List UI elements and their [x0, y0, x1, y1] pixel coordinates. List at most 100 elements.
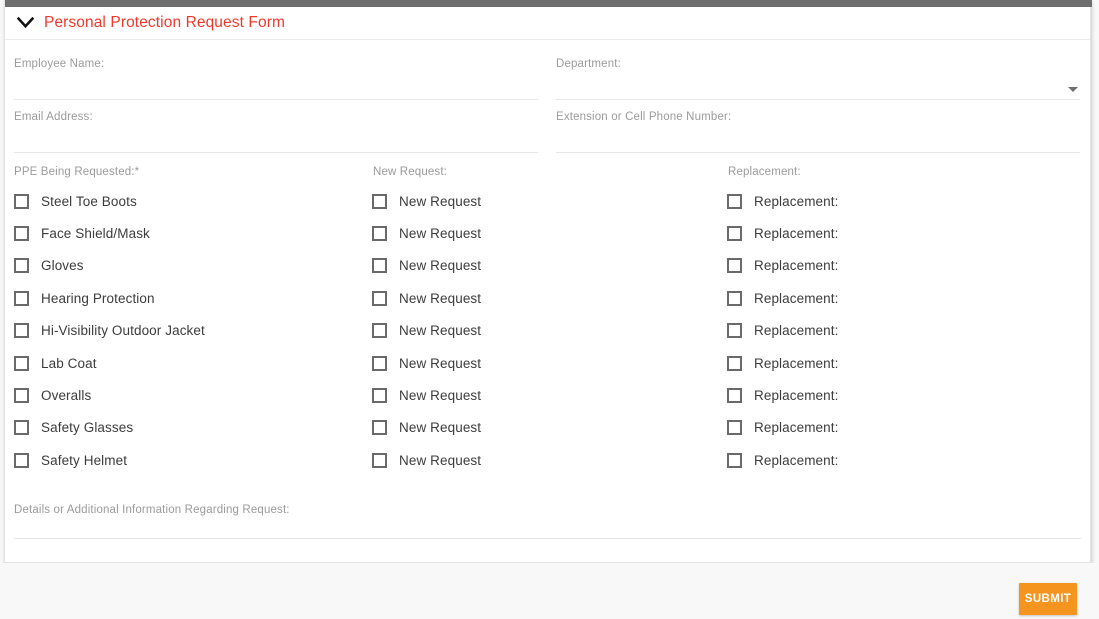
- checkbox-icon[interactable]: [727, 323, 742, 338]
- checkbox-icon[interactable]: [14, 291, 29, 306]
- details-input[interactable]: [14, 516, 1081, 538]
- checkbox-icon[interactable]: [727, 388, 742, 403]
- details-wrap: Details or Additional Information Regard…: [5, 494, 1090, 539]
- new-request-item-label: New Request: [399, 323, 481, 338]
- list-item[interactable]: New Request: [372, 217, 727, 249]
- email-address-field: Email Address:: [14, 100, 538, 153]
- checkbox-icon[interactable]: [727, 258, 742, 273]
- new-request-item-label: New Request: [399, 258, 481, 273]
- ppe-item-label: Gloves: [41, 258, 84, 273]
- checkbox-icon[interactable]: [14, 194, 29, 209]
- checkbox-icon[interactable]: [14, 258, 29, 273]
- list-item[interactable]: New Request: [372, 282, 727, 314]
- checkbox-icon[interactable]: [727, 226, 742, 241]
- list-item[interactable]: Replacement:: [727, 412, 1081, 444]
- submit-button[interactable]: SUBMIT: [1019, 583, 1077, 615]
- new-request-item-label: New Request: [399, 226, 481, 241]
- extension-phone-label: Extension or Cell Phone Number:: [556, 111, 1080, 123]
- list-item[interactable]: New Request: [372, 444, 727, 476]
- field-col-left-2: Email Address:: [5, 100, 547, 153]
- replacement-item-label: Replacement:: [754, 291, 839, 306]
- replacement-item-label: Replacement:: [754, 258, 839, 273]
- checkbox-icon[interactable]: [372, 453, 387, 468]
- department-field: Department:: [556, 47, 1080, 100]
- checkbox-icon[interactable]: [14, 226, 29, 241]
- list-item[interactable]: Replacement:: [727, 282, 1081, 314]
- ppe-item-label: Safety Glasses: [41, 420, 133, 435]
- field-col-left: Employee Name:: [5, 47, 547, 100]
- field-row-1: Employee Name: Department:: [5, 41, 1090, 100]
- ppe-column: PPE Being Requested:* Steel Toe Boots Fa…: [14, 166, 372, 477]
- list-item[interactable]: Safety Helmet: [14, 444, 372, 476]
- checkbox-icon[interactable]: [372, 420, 387, 435]
- checkbox-icon[interactable]: [372, 226, 387, 241]
- list-item[interactable]: New Request: [372, 250, 727, 282]
- list-item[interactable]: Hi-Visibility Outdoor Jacket: [14, 315, 372, 347]
- checkbox-icon[interactable]: [727, 194, 742, 209]
- list-item[interactable]: Overalls: [14, 379, 372, 411]
- checkbox-icon[interactable]: [14, 453, 29, 468]
- extension-phone-input[interactable]: [556, 124, 1080, 150]
- checkbox-icon[interactable]: [372, 291, 387, 306]
- page-title: Personal Protection Request Form: [44, 14, 285, 32]
- new-request-item-label: New Request: [399, 420, 481, 435]
- list-item[interactable]: New Request: [372, 315, 727, 347]
- list-item[interactable]: Replacement:: [727, 444, 1081, 476]
- list-item[interactable]: New Request: [372, 185, 727, 217]
- list-item[interactable]: Replacement:: [727, 217, 1081, 249]
- list-item[interactable]: Replacement:: [727, 250, 1081, 282]
- details-label: Details or Additional Information Regard…: [14, 504, 1081, 516]
- list-item[interactable]: Hearing Protection: [14, 282, 372, 314]
- list-item[interactable]: Replacement:: [727, 185, 1081, 217]
- replacement-group-label: Replacement:: [727, 166, 1081, 178]
- form-header: Personal Protection Request Form: [5, 7, 1090, 40]
- checkbox-icon[interactable]: [727, 291, 742, 306]
- list-item[interactable]: Safety Glasses: [14, 412, 372, 444]
- checkbox-icon[interactable]: [14, 356, 29, 371]
- employee-name-input[interactable]: [14, 71, 538, 97]
- form-body: Employee Name: Department: Email Ad: [5, 41, 1090, 562]
- employee-name-field: Employee Name:: [14, 47, 538, 100]
- replacement-item-label: Replacement:: [754, 356, 839, 371]
- checkbox-icon[interactable]: [372, 258, 387, 273]
- checkbox-icon[interactable]: [727, 420, 742, 435]
- list-item[interactable]: Lab Coat: [14, 347, 372, 379]
- email-address-input[interactable]: [14, 124, 538, 150]
- employee-name-label: Employee Name:: [14, 58, 538, 70]
- ppe-item-label: Safety Helmet: [41, 453, 127, 468]
- new-request-group-label: New Request:: [372, 166, 727, 178]
- list-item[interactable]: Steel Toe Boots: [14, 185, 372, 217]
- checkbox-icon[interactable]: [372, 194, 387, 209]
- new-request-item-label: New Request: [399, 388, 481, 403]
- new-request-checkbox-list: New Request New Request New Request: [372, 185, 727, 477]
- checkbox-icon[interactable]: [14, 420, 29, 435]
- list-item[interactable]: Replacement:: [727, 347, 1081, 379]
- new-request-item-label: New Request: [399, 356, 481, 371]
- new-request-column: New Request: New Request New Request: [372, 166, 727, 477]
- list-item[interactable]: Gloves: [14, 250, 372, 282]
- ppe-item-label: Face Shield/Mask: [41, 226, 150, 241]
- list-item[interactable]: Replacement:: [727, 379, 1081, 411]
- ppe-checkbox-list: Steel Toe Boots Face Shield/Mask Gloves: [14, 185, 372, 477]
- checkbox-icon[interactable]: [14, 388, 29, 403]
- checkbox-icon[interactable]: [727, 356, 742, 371]
- checkbox-icon[interactable]: [372, 388, 387, 403]
- details-field: Details or Additional Information Regard…: [14, 494, 1081, 539]
- list-item[interactable]: New Request: [372, 412, 727, 444]
- list-item[interactable]: New Request: [372, 347, 727, 379]
- form-card: Personal Protection Request Form Employe…: [4, 0, 1091, 563]
- chevron-down-icon[interactable]: [15, 13, 35, 33]
- field-row-2: Email Address: Extension or Cell Phone N…: [5, 100, 1090, 153]
- checkbox-icon[interactable]: [372, 323, 387, 338]
- checkbox-icon[interactable]: [727, 453, 742, 468]
- list-item[interactable]: New Request: [372, 379, 727, 411]
- list-item[interactable]: Replacement:: [727, 315, 1081, 347]
- page-root: Personal Protection Request Form Employe…: [0, 0, 1099, 619]
- checkbox-icon[interactable]: [372, 356, 387, 371]
- chevron-down-icon[interactable]: [1068, 87, 1078, 92]
- list-item[interactable]: Face Shield/Mask: [14, 217, 372, 249]
- department-input[interactable]: [556, 71, 1080, 97]
- checkbox-icon[interactable]: [14, 323, 29, 338]
- form-topbar-accent: [5, 0, 1092, 7]
- department-label: Department:: [556, 58, 1080, 70]
